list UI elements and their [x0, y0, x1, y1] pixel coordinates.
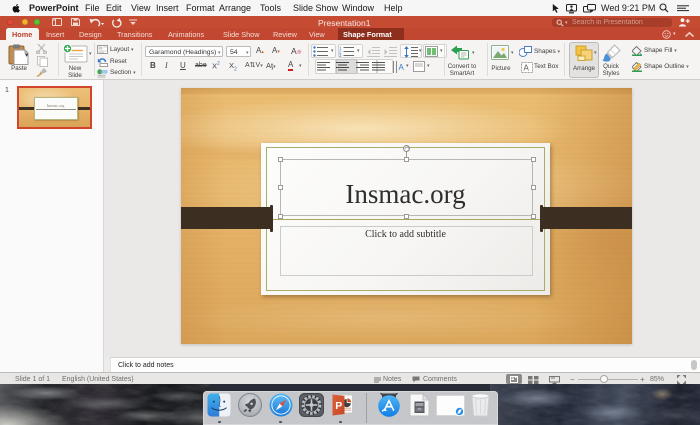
- svg-text:A: A: [399, 63, 405, 72]
- svg-text:A: A: [524, 63, 530, 72]
- svg-text:3: 3: [339, 53, 342, 57]
- svg-text:P: P: [335, 400, 342, 412]
